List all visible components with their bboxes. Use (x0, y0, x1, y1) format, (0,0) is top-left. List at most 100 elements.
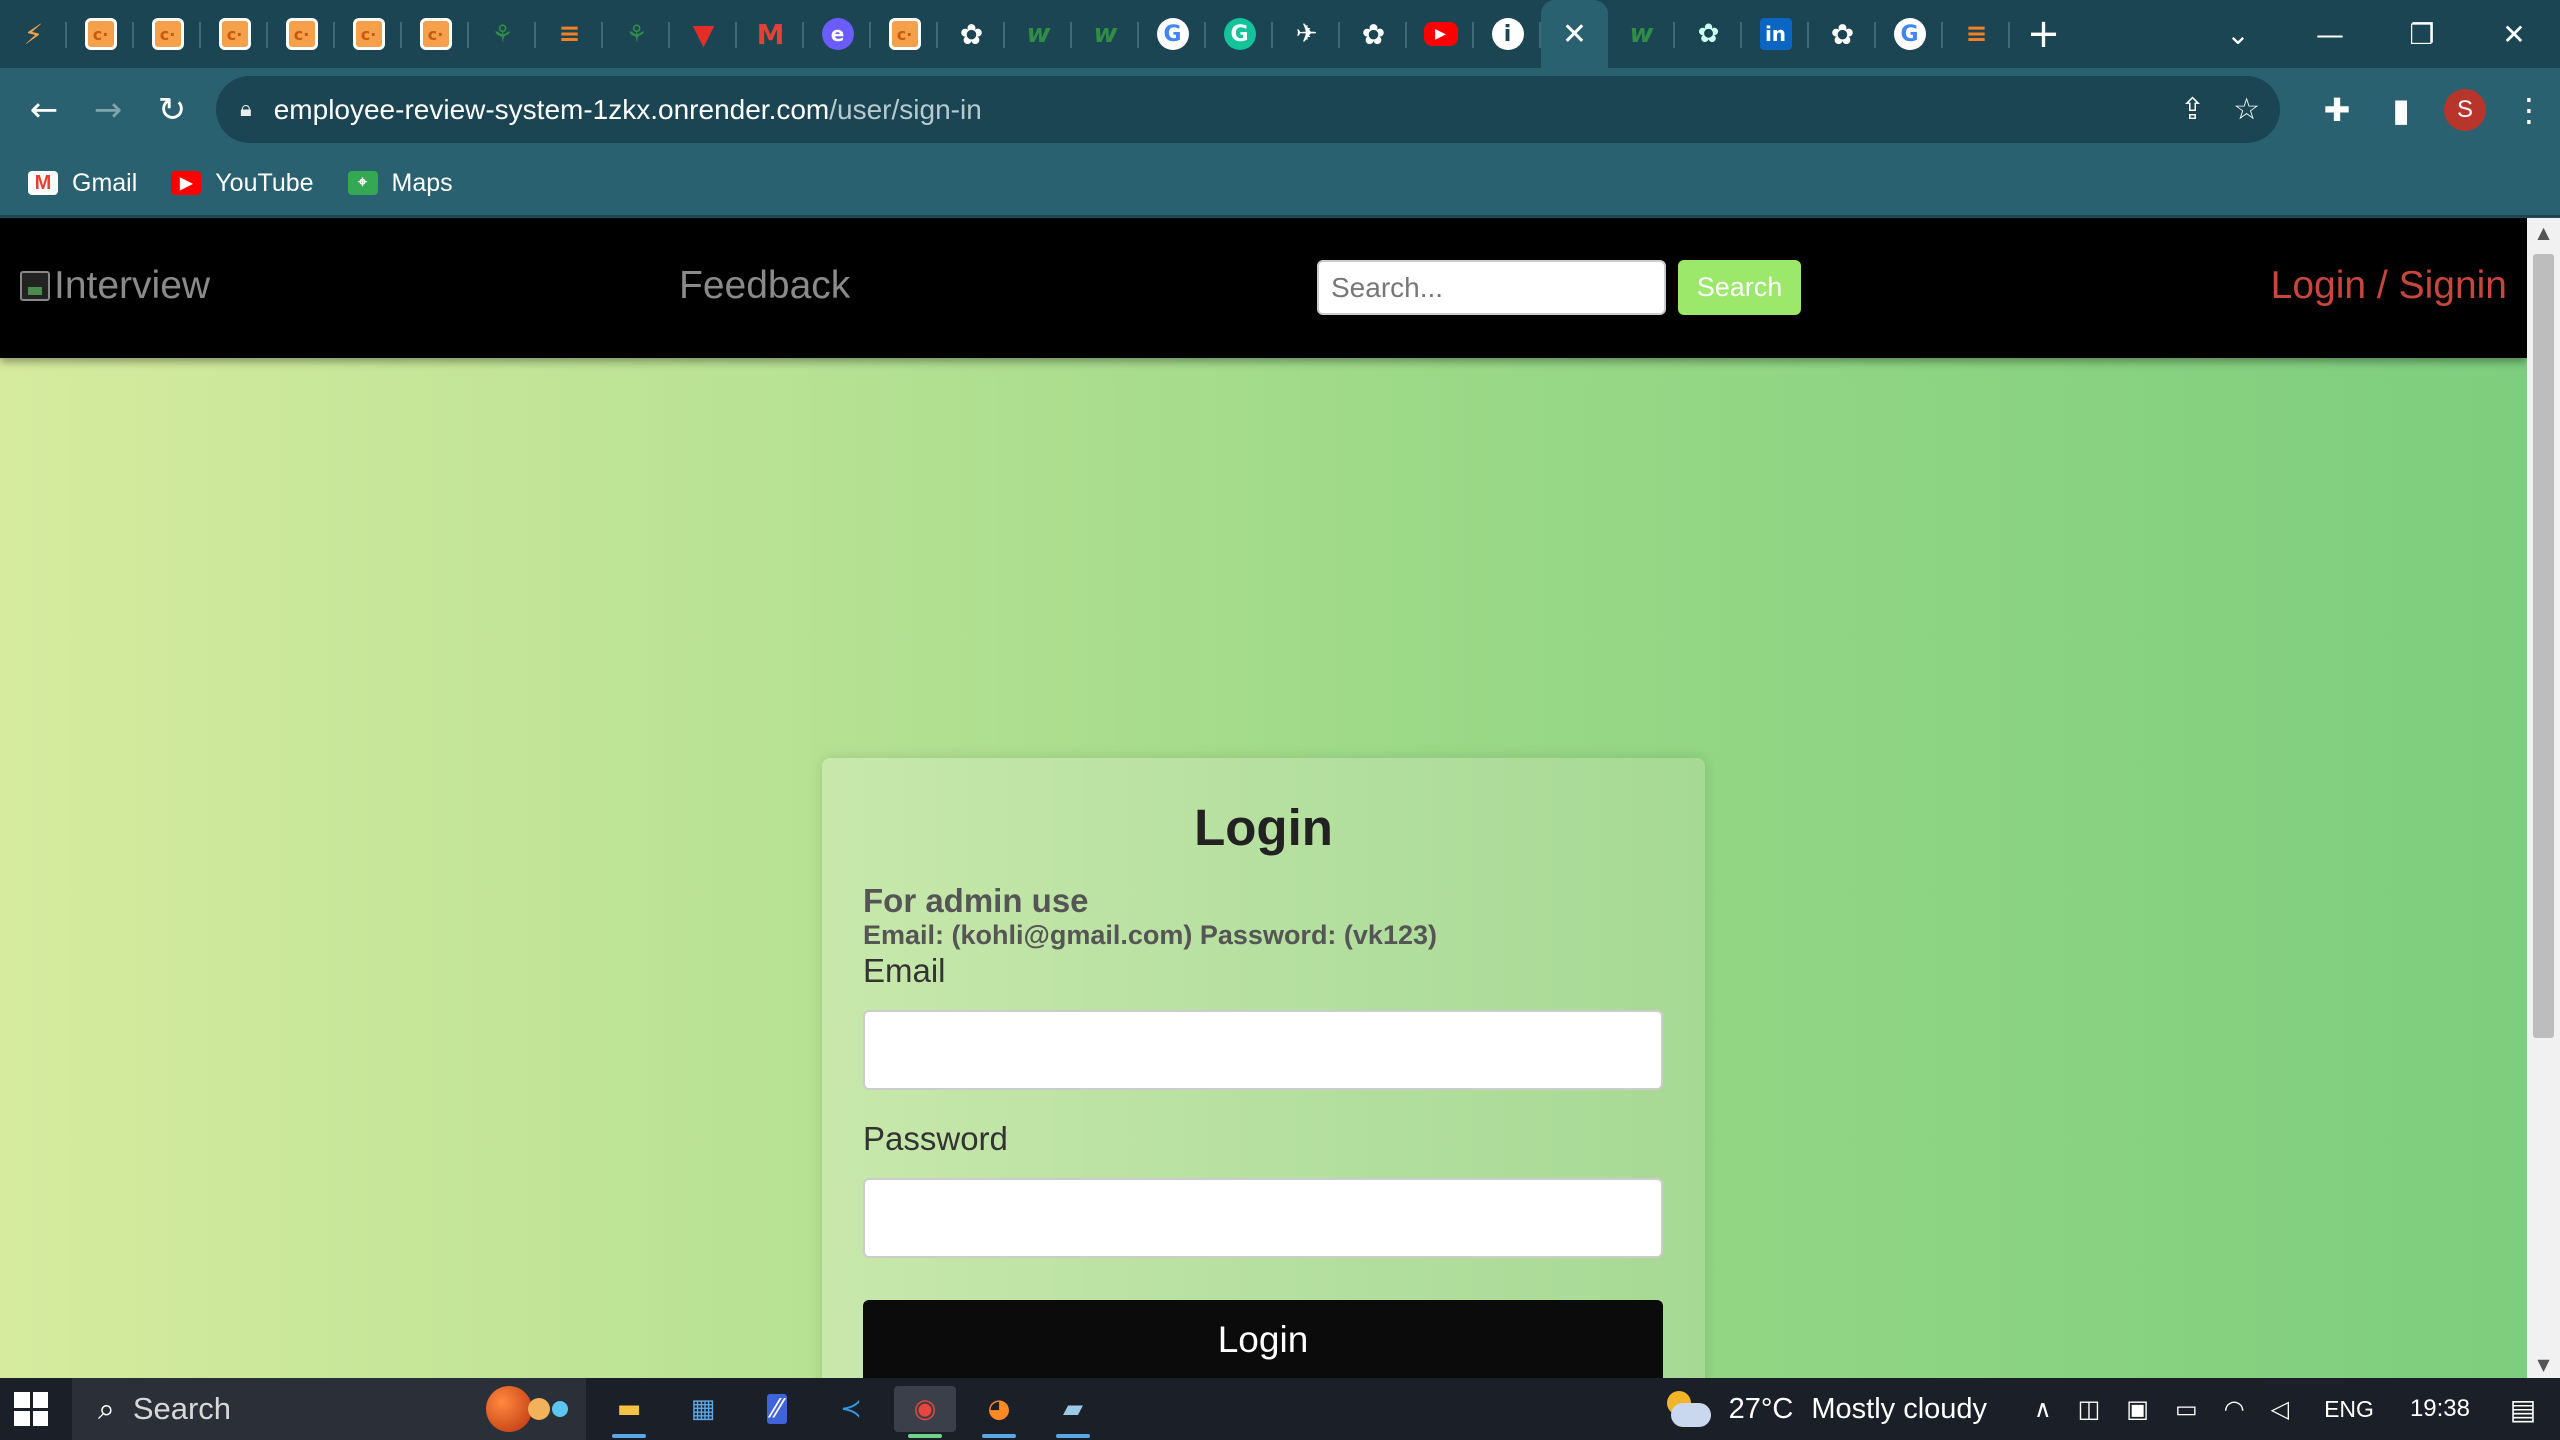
email-field[interactable] (863, 1010, 1663, 1090)
browser-tab[interactable]: ✿ (1675, 0, 1742, 68)
close-window-icon[interactable]: ✕ (2468, 0, 2560, 68)
browser-tab[interactable]: w (1005, 0, 1072, 68)
email-label: Email (863, 952, 946, 989)
coding-ninjas-icon: c· (218, 18, 251, 50)
show-hidden-icons-chevron-icon[interactable]: ∧ (2034, 1395, 2052, 1423)
notepad-icon[interactable]: ▰ (1042, 1386, 1104, 1438)
taskbar-search-box[interactable]: ⌕ Search (72, 1378, 586, 1440)
site-search-input[interactable] (1317, 260, 1666, 315)
browser-tab[interactable]: ▼ (670, 0, 737, 68)
file-explorer-icon[interactable]: ▬ (598, 1386, 660, 1438)
browser-tab[interactable]: M (737, 0, 804, 68)
new-tab-button[interactable]: + (2010, 0, 2077, 68)
clock[interactable]: 19:38 (2410, 1395, 2470, 1423)
notifications-icon[interactable]: ▤ (2500, 1386, 2546, 1432)
browser-tab[interactable]: ✿ (1340, 0, 1407, 68)
scrollbar-thumb[interactable] (2533, 254, 2554, 1038)
profile-avatar[interactable]: S (2444, 88, 2486, 131)
browser-tab[interactable]: in (1742, 0, 1809, 68)
browser-tab[interactable]: c· (67, 0, 134, 68)
google-icon: G (1893, 18, 1926, 50)
side-panel-icon[interactable]: ▮ (2380, 89, 2422, 131)
weather-temp[interactable]: 27°C (1729, 1393, 1794, 1426)
battery-icon[interactable]: ▭ (2175, 1395, 2198, 1423)
weather-desc[interactable]: Mostly cloudy (1811, 1393, 1987, 1426)
browser-tab-strip: ⚡ c· c· c· c· c· c· ⚘ ≡ ⚘ ▼ Me c· ✿ w w G G ✈ ✿ ▶ i ✕ w ✿ in ✿ G ≡… (0, 0, 2560, 68)
browser-tab[interactable]: c· (402, 0, 469, 68)
display-icon[interactable]: ▣ (2126, 1395, 2149, 1423)
browser-tab[interactable]: c· (335, 0, 402, 68)
login-submit-button[interactable]: Login (863, 1300, 1663, 1380)
bookmark-maps[interactable]: ⌖ Maps (347, 168, 453, 198)
volume-icon[interactable]: ◁ (2271, 1395, 2289, 1423)
tab-search-icon[interactable]: ⌄ (2192, 0, 2284, 68)
wifi-icon[interactable]: ◠ (2224, 1395, 2245, 1423)
bookmark-gmail[interactable]: M Gmail (28, 169, 137, 198)
minimize-icon[interactable]: — (2284, 0, 2376, 68)
browser-toolbar: ← → ↻ 🔒︎ employee-review-system-1zkx.onr… (0, 68, 2560, 151)
w3-icon: w (1093, 19, 1118, 49)
site-search-button[interactable]: Search (1678, 260, 1801, 315)
coding-ninjas-icon: c· (151, 18, 184, 50)
stackoverflow-icon: ≡ (558, 19, 581, 49)
reload-icon[interactable]: ↻ (140, 78, 204, 142)
browser-tab[interactable]: ≡ (1943, 0, 2010, 68)
tab-active[interactable]: ✕ (1541, 0, 1608, 68)
browser-tab[interactable]: ▶ (1407, 0, 1474, 68)
lock-icon[interactable]: 🔒︎ (240, 97, 252, 122)
browser-tab[interactable]: w (1072, 0, 1139, 68)
restore-icon[interactable]: ❐ (2376, 0, 2468, 68)
firefox-icon[interactable]: ◕ (968, 1386, 1030, 1438)
browser-tab[interactable]: c· (268, 0, 335, 68)
back-arrow-icon[interactable]: ← (12, 78, 76, 142)
language-indicator[interactable]: ENG (2324, 1396, 2374, 1423)
browser-tab[interactable]: G (1206, 0, 1273, 68)
browser-tab[interactable]: ⚘ (469, 0, 536, 68)
weather-cloudy-icon[interactable] (1661, 1389, 1713, 1429)
password-field[interactable] (863, 1178, 1663, 1258)
share-icon[interactable]: ⇪ (2180, 92, 2205, 127)
nav-link-login-signin[interactable]: Login / Signin (2271, 264, 2507, 308)
menu-kebab-icon[interactable]: ⋮ (2508, 89, 2550, 131)
runner-icon: ✈ (1295, 19, 1318, 49)
browser-tab[interactable]: ≡ (536, 0, 603, 68)
forward-arrow-icon[interactable]: → (76, 78, 140, 142)
site-logo-link[interactable]: Interview (20, 264, 210, 308)
geeksforgeeks-icon: ⚘ (625, 20, 648, 48)
vscode-icon[interactable]: ≺ (820, 1386, 882, 1432)
coding-ninjas-icon: c· (84, 18, 117, 50)
scroll-up-arrow-icon[interactable]: ▲ (2527, 218, 2560, 246)
browser-tab[interactable]: c· (201, 0, 268, 68)
nav-link-feedback[interactable]: Feedback (679, 264, 850, 308)
browser-tab[interactable]: i (1474, 0, 1541, 68)
browser-tab[interactable]: c· (134, 0, 201, 68)
browser-tab[interactable]: ⚘ (603, 0, 670, 68)
meet-icon[interactable]: ◫ (2078, 1395, 2101, 1423)
editor-app-icon[interactable]: ⁄⁄ (746, 1386, 808, 1432)
browser-tab[interactable]: ⚡ (0, 0, 67, 68)
coding-ninjas-icon: c· (888, 18, 921, 50)
close-tab-icon[interactable]: ✕ (1562, 17, 1587, 52)
bookmark-label: Maps (391, 168, 453, 197)
browser-tab[interactable]: ✿ (1809, 0, 1876, 68)
browser-tab[interactable]: ✿ (938, 0, 1005, 68)
bookmark-star-icon[interactable]: ☆ (2233, 92, 2260, 127)
chatgpt-icon: ✿ (1361, 17, 1386, 51)
scroll-down-arrow-icon[interactable]: ▼ (2527, 1350, 2560, 1378)
bookmark-youtube[interactable]: ▶ YouTube (171, 169, 314, 198)
windows-start-icon[interactable] (14, 1392, 48, 1426)
browser-tab[interactable]: c· (871, 0, 938, 68)
browser-tab[interactable]: ✈ (1273, 0, 1340, 68)
gmail-icon: M (756, 17, 785, 51)
extensions-puzzle-icon[interactable]: ✚ (2316, 89, 2358, 131)
page-scrollbar[interactable]: ▲ ▼ (2527, 218, 2560, 1378)
chrome-icon[interactable]: ◉ (894, 1386, 956, 1438)
address-bar[interactable]: 🔒︎ employee-review-system-1zkx.onrender.… (216, 76, 2280, 143)
browser-tab[interactable]: e (804, 0, 871, 68)
microsoft-store-icon[interactable]: ▦ (672, 1386, 734, 1432)
browser-tab[interactable]: w (1608, 0, 1675, 68)
grammarly-icon: G (1223, 18, 1256, 50)
browser-tab[interactable]: G (1876, 0, 1943, 68)
coding-ninjas-icon: c· (352, 18, 385, 50)
browser-tab[interactable]: G (1139, 0, 1206, 68)
